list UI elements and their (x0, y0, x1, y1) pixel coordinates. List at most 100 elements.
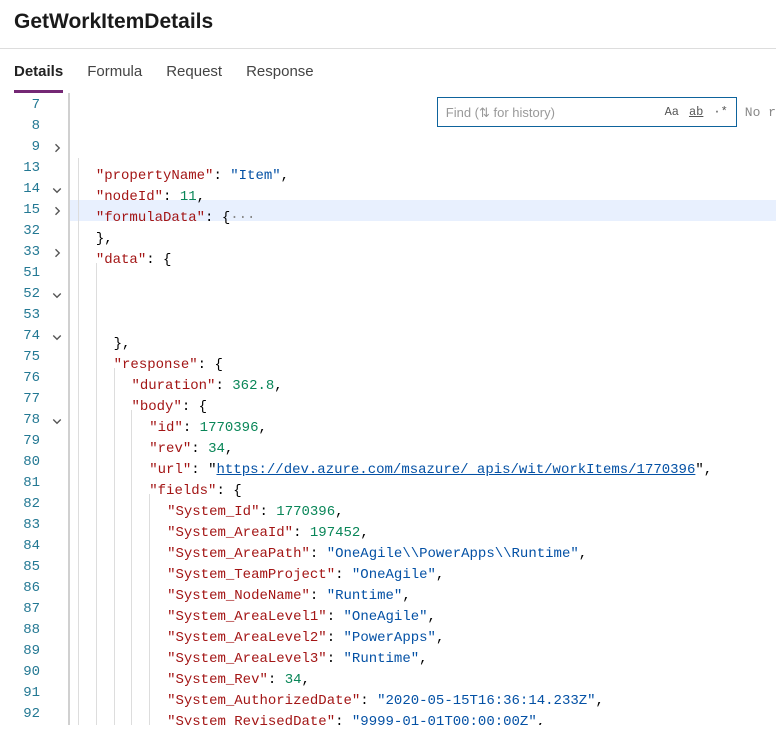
line-number: 85 (0, 557, 46, 578)
chevron-right-icon[interactable] (46, 242, 68, 263)
fold-gutter (46, 93, 68, 725)
fold-toggle (46, 704, 68, 725)
fold-toggle (46, 515, 68, 536)
fold-toggle (46, 263, 68, 284)
fold-toggle (46, 536, 68, 557)
fold-toggle (46, 452, 68, 473)
code-line[interactable]: "response": { (70, 347, 776, 368)
line-number: 88 (0, 620, 46, 641)
code-line[interactable]: "data": { (70, 242, 776, 263)
match-word-icon[interactable]: ab (687, 100, 705, 125)
tab-details[interactable]: Details (14, 51, 63, 93)
fold-toggle (46, 641, 68, 662)
code-line[interactable] (70, 284, 776, 305)
chevron-right-icon[interactable] (46, 200, 68, 221)
code-line[interactable]: "System_TeamProject": "OneAgile", (70, 557, 776, 578)
line-number: 78 (0, 410, 46, 431)
line-number: 9 (0, 137, 46, 158)
line-number-gutter: 7891314153233515253747576777879808182838… (0, 93, 46, 725)
chevron-down-icon[interactable] (46, 326, 68, 347)
line-number: 91 (0, 683, 46, 704)
code-line[interactable]: "propertyName": "Item", (70, 158, 776, 179)
line-number: 15 (0, 200, 46, 221)
line-number: 76 (0, 368, 46, 389)
code-line[interactable]: "formulaData": {··· (70, 200, 776, 221)
code-line[interactable]: "System_RevisedDate": "9999-01-01T00:00:… (70, 704, 776, 725)
code-line[interactable]: "System_AuthorizedDate": "2020-05-15T16:… (70, 683, 776, 704)
fold-toggle (46, 368, 68, 389)
code-line[interactable]: "System_AreaLevel1": "OneAgile", (70, 599, 776, 620)
code-line[interactable]: "body": { (70, 389, 776, 410)
chevron-down-icon[interactable] (46, 284, 68, 305)
line-number: 74 (0, 326, 46, 347)
line-number: 51 (0, 263, 46, 284)
tab-response[interactable]: Response (246, 51, 314, 93)
fold-toggle (46, 557, 68, 578)
find-widget: Aa ab ·* No r (437, 95, 776, 129)
line-number: 79 (0, 431, 46, 452)
code-line[interactable]: "url": "https://dev.azure.com/msazure/_a… (70, 452, 776, 473)
line-number: 90 (0, 662, 46, 683)
line-number: 89 (0, 641, 46, 662)
regex-icon[interactable]: ·* (711, 100, 729, 125)
fold-toggle (46, 683, 68, 704)
line-number: 13 (0, 158, 46, 179)
line-number: 7 (0, 95, 46, 116)
code-line[interactable]: "System_AreaLevel2": "PowerApps", (70, 620, 776, 641)
line-number: 87 (0, 599, 46, 620)
code-line[interactable]: "duration": 362.8, (70, 368, 776, 389)
code-line[interactable] (70, 305, 776, 326)
line-number: 86 (0, 578, 46, 599)
line-number: 53 (0, 305, 46, 326)
code-editor: 7891314153233515253747576777879808182838… (0, 93, 776, 725)
code-line[interactable]: "System_AreaPath": "OneAgile\\PowerApps\… (70, 536, 776, 557)
tab-formula[interactable]: Formula (87, 51, 142, 93)
line-number: 84 (0, 536, 46, 557)
line-number: 83 (0, 515, 46, 536)
fold-toggle (46, 389, 68, 410)
line-number: 80 (0, 452, 46, 473)
fold-toggle (46, 158, 68, 179)
line-number: 92 (0, 704, 46, 725)
line-number: 52 (0, 284, 46, 305)
find-box: Aa ab ·* (437, 97, 737, 127)
code-line[interactable]: }, (70, 326, 776, 347)
fold-toggle (46, 473, 68, 494)
match-case-icon[interactable]: Aa (663, 100, 681, 125)
fold-toggle (46, 431, 68, 452)
page-title: GetWorkItemDetails (0, 0, 776, 48)
line-number: 14 (0, 179, 46, 200)
code-line[interactable]: "nodeId": 11, (70, 179, 776, 200)
fold-toggle (46, 116, 68, 137)
line-number: 81 (0, 473, 46, 494)
code-line[interactable]: "System_AreaId": 197452, (70, 515, 776, 536)
line-number: 75 (0, 347, 46, 368)
fold-toggle (46, 221, 68, 242)
fold-toggle (46, 347, 68, 368)
line-number: 82 (0, 494, 46, 515)
fold-toggle (46, 494, 68, 515)
fold-toggle (46, 305, 68, 326)
fold-toggle (46, 95, 68, 116)
code-line[interactable]: "rev": 34, (70, 431, 776, 452)
code-line[interactable]: "System_Id": 1770396, (70, 494, 776, 515)
line-number: 32 (0, 221, 46, 242)
line-number: 77 (0, 389, 46, 410)
fold-toggle (46, 578, 68, 599)
fold-toggle (46, 662, 68, 683)
tabs: Details Formula Request Response (0, 49, 776, 93)
line-number: 33 (0, 242, 46, 263)
tab-request[interactable]: Request (166, 51, 222, 93)
find-input[interactable] (444, 104, 657, 121)
chevron-right-icon[interactable] (46, 137, 68, 158)
code-line[interactable] (70, 263, 776, 284)
fold-toggle (46, 599, 68, 620)
fold-toggle (46, 620, 68, 641)
chevron-down-icon[interactable] (46, 410, 68, 431)
line-number: 8 (0, 116, 46, 137)
find-results-label: No r (745, 102, 776, 123)
code-line[interactable]: "System_AreaLevel3": "Runtime", (70, 641, 776, 662)
code-line[interactable]: "id": 1770396, (70, 410, 776, 431)
code-area[interactable]: Aa ab ·* No r "propertyName": "Item", "n… (68, 93, 776, 725)
chevron-down-icon[interactable] (46, 179, 68, 200)
